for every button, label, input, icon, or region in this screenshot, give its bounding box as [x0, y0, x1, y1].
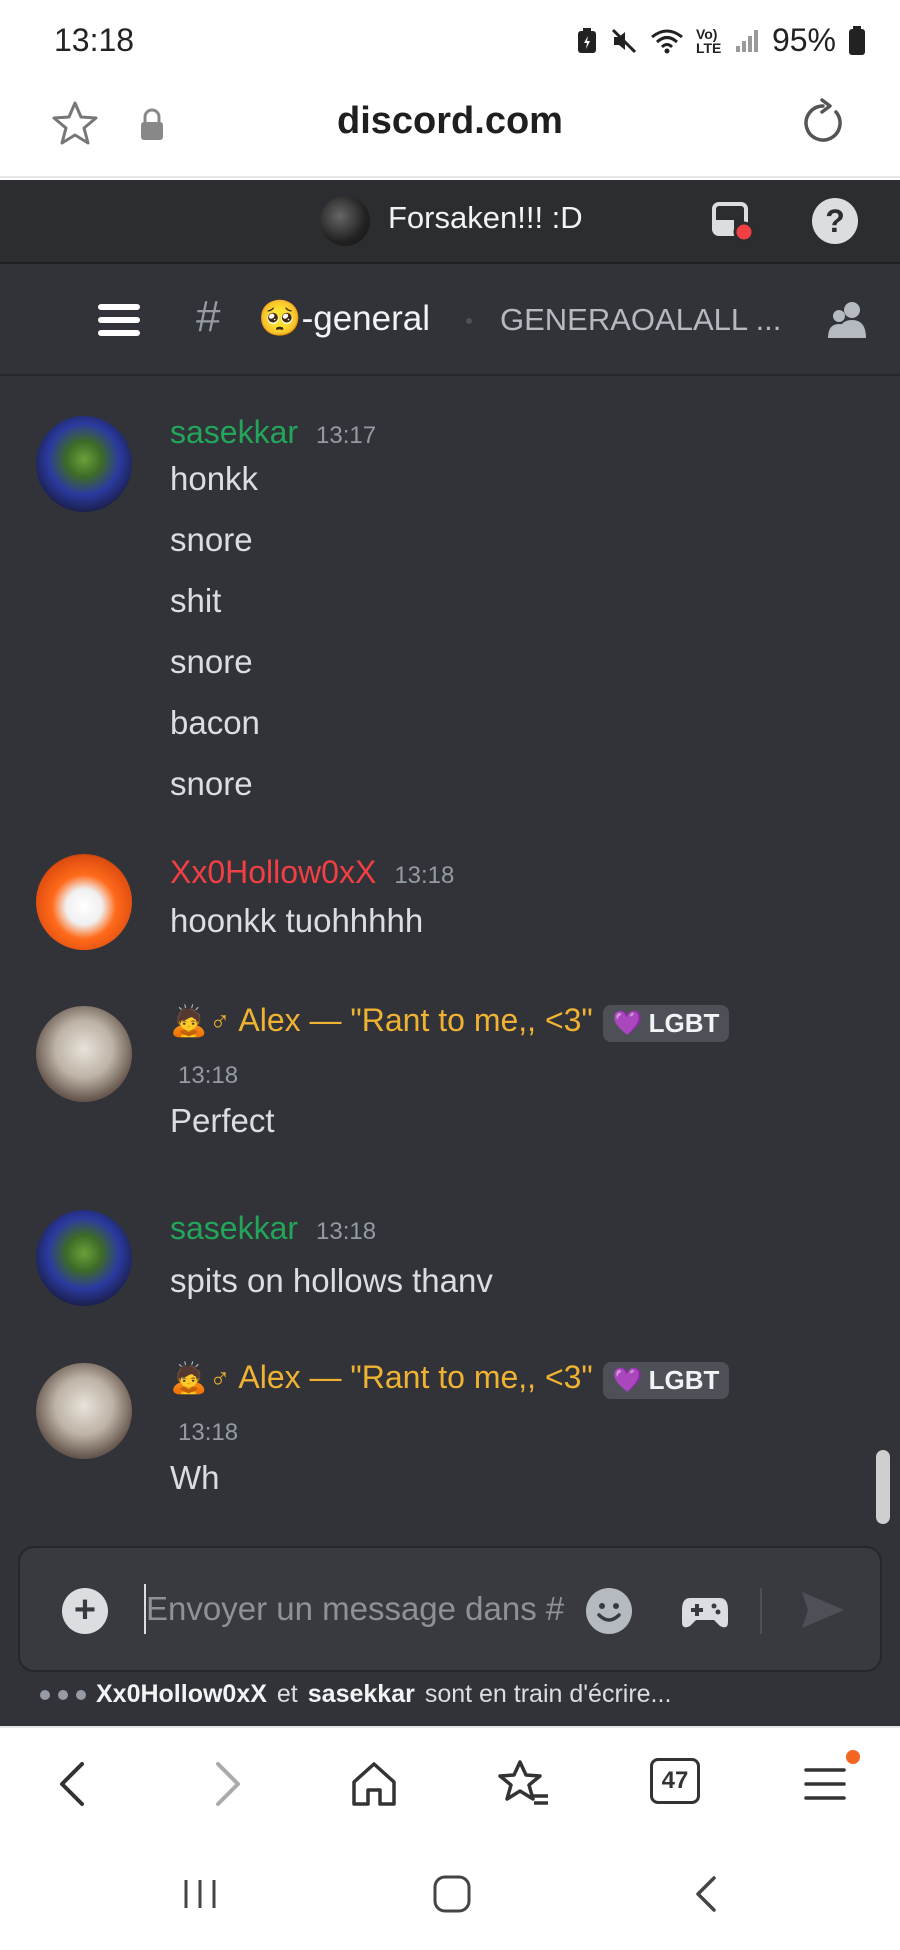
channel-hash-icon: # [196, 292, 221, 341]
battery-saver-icon [577, 27, 596, 53]
message-timestamp: 13:17 [316, 422, 377, 449]
role-tag-label: LGBT [648, 1008, 720, 1038]
channel-name[interactable]: 🥺-general [258, 298, 430, 339]
separator-dot [466, 318, 472, 324]
typing-suffix: sont en train d'écrire... [424, 1680, 672, 1708]
status-time: 13:18 [54, 22, 135, 58]
avatar[interactable] [36, 1210, 132, 1306]
author-name[interactable]: Xx0Hollow0xX [170, 854, 376, 891]
scrollbar[interactable] [876, 1450, 890, 1524]
message-timestamp: 13:18 [178, 1062, 239, 1089]
male-symbol-icon: ♂ [209, 1363, 231, 1394]
bookmarks-icon[interactable] [498, 1758, 550, 1810]
typing-user: sasekkar [307, 1680, 415, 1708]
typing-user: Xx0Hollow0xX [96, 1680, 267, 1708]
message-line: snore [170, 765, 253, 802]
browser-url-bar: discord.com [0, 82, 900, 178]
male-symbol-icon: ♂ [209, 1006, 231, 1037]
message-composer: + [18, 1546, 882, 1672]
channel-header: # 🥺-general GENERAOALALL ... [0, 264, 900, 376]
menu-icon[interactable] [800, 1758, 852, 1810]
message-input[interactable] [146, 1584, 586, 1634]
author-name[interactable]: sasekkar [170, 414, 298, 451]
emoji-icon[interactable] [586, 1588, 632, 1634]
role-tag[interactable]: 💜 LGBT [602, 1362, 730, 1399]
avatar[interactable] [36, 854, 132, 950]
typing-indicator: Xx0Hollow0xX et sasekkar sont en train d… [40, 1680, 671, 1709]
inbox-icon[interactable] [710, 198, 756, 244]
message-line: Wh [170, 1459, 220, 1496]
signal-icon [735, 29, 758, 52]
back-button-icon[interactable] [684, 1872, 728, 1916]
avatar[interactable] [36, 1363, 132, 1459]
server-name[interactable]: Forsaken!!! :D [388, 200, 583, 236]
message-line: snore [170, 643, 253, 680]
avatar[interactable] [36, 416, 132, 512]
message-timestamp: 13:18 [316, 1218, 377, 1245]
message-line: honkk [170, 460, 259, 497]
message-line: snore [170, 521, 253, 558]
author-name[interactable]: sasekkar [170, 1210, 298, 1247]
help-icon[interactable]: ? [812, 198, 858, 244]
message-timestamp: 13:18 [394, 862, 455, 889]
role-tag[interactable]: 💜 LGBT [602, 1005, 730, 1042]
typing-and: et [276, 1680, 298, 1708]
message-list[interactable]: sasekkar 13:17 honkk snore shit snore ba… [0, 376, 900, 1540]
message-line: spits on hollows thanv [170, 1262, 493, 1299]
members-icon[interactable] [826, 298, 870, 342]
author-emoji: 🙇 [170, 1362, 208, 1395]
composer-divider [760, 1588, 762, 1634]
avatar[interactable] [36, 1006, 132, 1102]
message-timestamp: 13:18 [178, 1419, 239, 1446]
server-header[interactable]: Forsaken!!! :D ? [0, 180, 900, 264]
status-bar: 13:18 Vo) LTE 95% [0, 0, 900, 82]
reload-icon[interactable] [798, 98, 848, 148]
volte-icon: Vo) LTE [695, 25, 722, 56]
back-icon[interactable] [48, 1758, 100, 1810]
author-name[interactable]: Alex — "Rant to me,, <3" [238, 1359, 592, 1396]
battery-percent: 95% [771, 22, 836, 58]
home-icon[interactable] [348, 1758, 400, 1810]
home-button-icon[interactable] [430, 1872, 474, 1916]
heart-icon: 💜 [612, 1367, 643, 1394]
forward-icon[interactable] [200, 1758, 252, 1810]
channel-topic[interactable]: GENERAOALALL ... [500, 302, 780, 338]
status-icons: Vo) LTE 95% [576, 22, 866, 59]
message-line: hoonkk tuohhhhh [170, 902, 424, 939]
role-tag-label: LGBT [648, 1365, 720, 1395]
send-icon[interactable] [796, 1584, 848, 1636]
tabs-icon[interactable]: 47 [650, 1758, 700, 1804]
notification-dot [846, 1750, 860, 1764]
android-nav-bar [0, 1838, 900, 1950]
heart-icon: 💜 [612, 1010, 643, 1037]
author-emoji: 🙇 [170, 1005, 208, 1038]
wifi-icon [651, 29, 683, 53]
server-icon[interactable] [320, 196, 370, 246]
battery-icon [849, 25, 865, 55]
author-name[interactable]: Alex — "Rant to me,, <3" [238, 1002, 592, 1039]
add-attachment-button[interactable]: + [62, 1588, 108, 1634]
message-line: Perfect [170, 1102, 275, 1139]
gamepad-icon[interactable] [680, 1588, 730, 1634]
typing-dots-icon [40, 1689, 86, 1700]
browser-bottom-bar: 47 [0, 1726, 900, 1838]
message-line: shit [170, 582, 222, 619]
message-line: bacon [170, 704, 260, 741]
hamburger-menu-icon[interactable] [96, 300, 142, 340]
recent-apps-icon[interactable] [178, 1872, 222, 1916]
url-domain[interactable]: discord.com [0, 100, 900, 143]
mute-icon [611, 28, 637, 53]
composer-area: + Xx0Hollow0xX et sasekkar sont en train… [0, 1540, 900, 1726]
